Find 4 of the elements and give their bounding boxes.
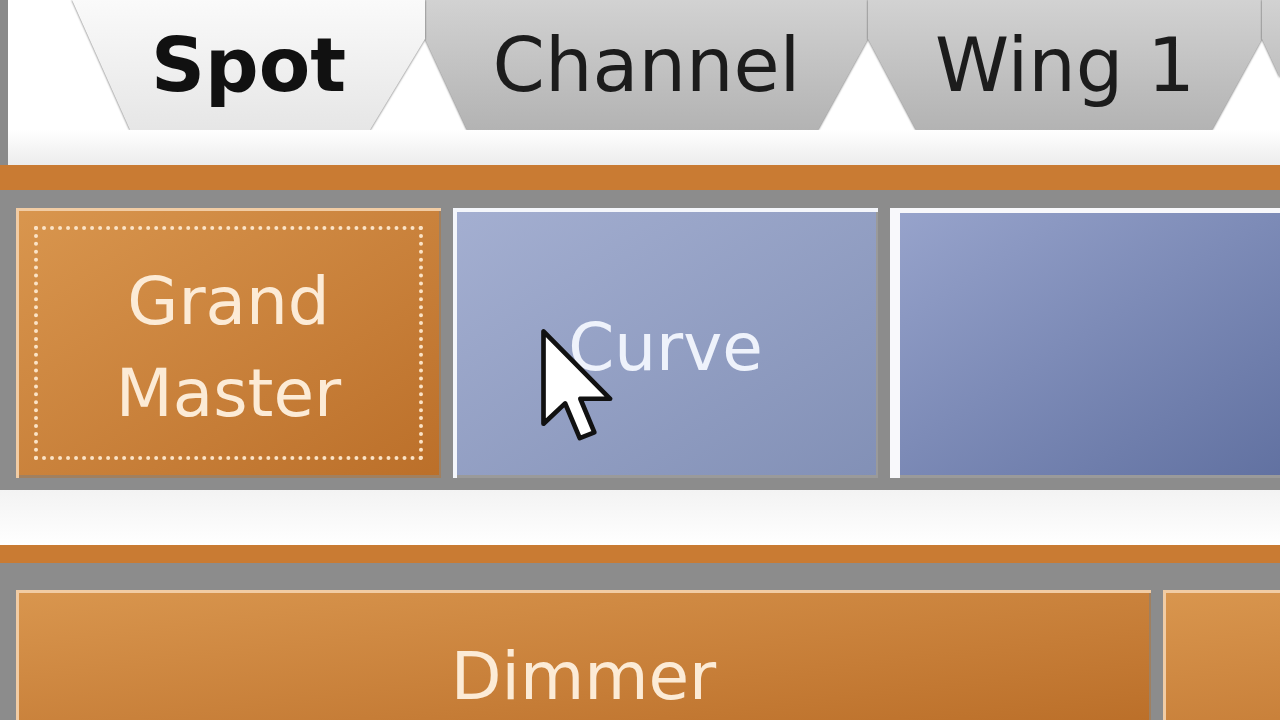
blank-console-button[interactable]: [890, 208, 1280, 478]
tab[interactable]: Wing 1: [868, 0, 1262, 130]
tab[interactable]: Channel: [425, 0, 868, 130]
tab[interactable]: Spot: [72, 0, 425, 130]
